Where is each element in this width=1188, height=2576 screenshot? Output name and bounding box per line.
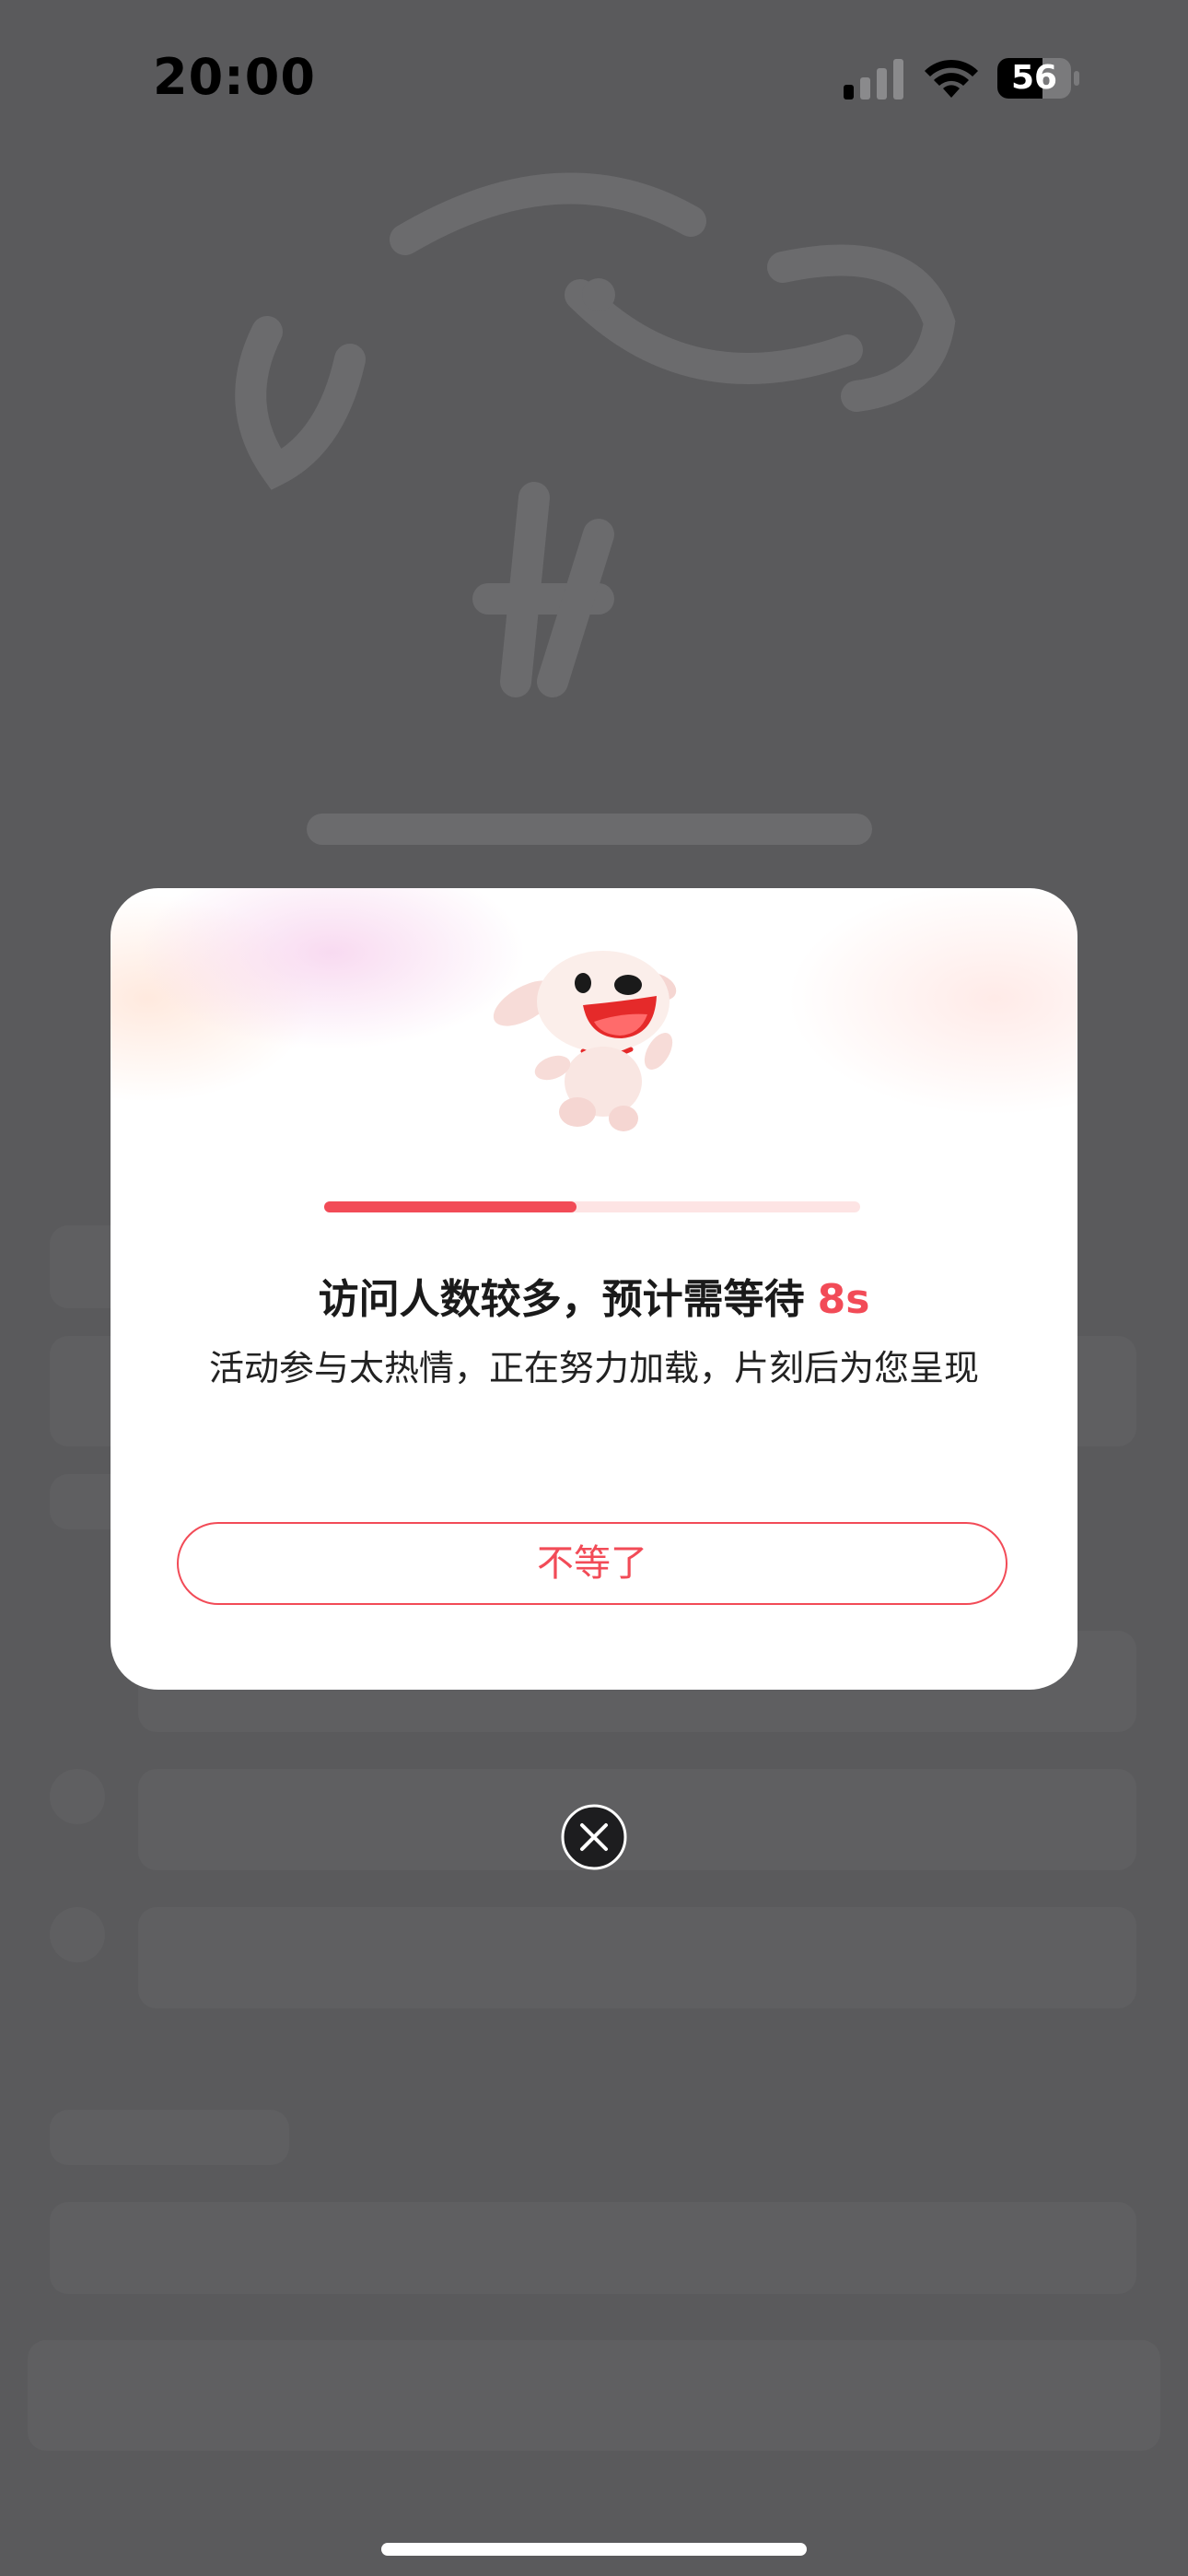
home-indicator[interactable]	[381, 2543, 807, 2556]
loading-dialog: 访问人数较多，预计需等待 8s 活动参与太热情，正在努力加载，片刻后为您呈现 不等…	[111, 888, 1077, 1690]
background-placeholder	[50, 1907, 105, 1962]
loading-progress-bar	[324, 1201, 860, 1212]
background-placeholder	[50, 1769, 105, 1824]
background-placeholder	[28, 2340, 1160, 2451]
background-placeholder	[50, 2202, 1136, 2294]
countdown-value: 8s	[817, 1276, 870, 1323]
wifi-icon	[925, 59, 978, 98]
background-placeholder	[138, 1769, 1136, 1870]
battery-level: 56	[1010, 59, 1058, 97]
headline-text: 访问人数较多，预计需等待	[318, 1276, 805, 1323]
cellular-signal-icon	[844, 59, 903, 100]
status-time: 20:00	[153, 48, 316, 106]
jd-logo-icon	[235, 172, 956, 845]
dialog-message: 活动参与太热情，正在努力加载，片刻后为您呈现	[208, 1348, 979, 1388]
status-bar: 20:00 56	[0, 0, 1188, 157]
dialog-headline: 访问人数较多，预计需等待 8s	[111, 1266, 1077, 1325]
joy-dog-mascot-icon	[493, 951, 677, 1131]
loading-progress-fill	[324, 1201, 577, 1212]
close-icon[interactable]	[561, 1804, 627, 1870]
background-placeholder	[50, 2110, 289, 2165]
stop-waiting-button[interactable]: 不等了	[177, 1522, 1007, 1605]
background-placeholder	[138, 1907, 1136, 2008]
